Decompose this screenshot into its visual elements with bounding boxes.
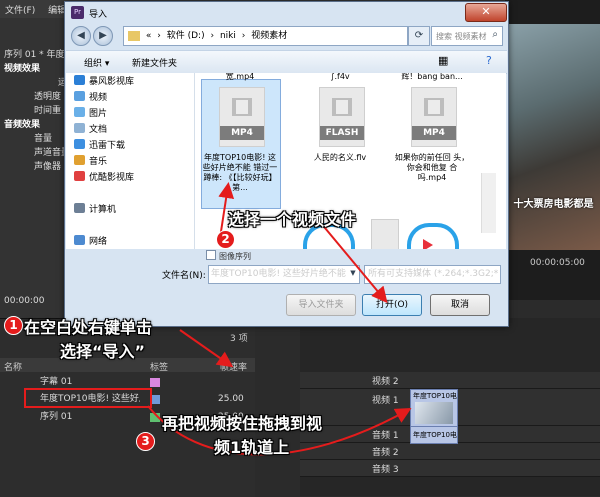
arrow-step2-to-open	[319, 221, 388, 304]
step-number-2: 2	[216, 230, 235, 249]
step1-text-line2: 选择“导入”	[60, 342, 146, 361]
highlight-box-project-item	[24, 388, 152, 408]
step-number-3: 3	[136, 432, 155, 451]
arrow-step1-to-panel	[179, 329, 234, 368]
step1-text-line1: 在空白处右键单击	[24, 318, 153, 337]
step-number-1: 1	[4, 316, 23, 335]
step3-text-line2: 频1轨道上	[214, 438, 290, 457]
step3-text-line1: 再把视频按住拖拽到视	[162, 414, 323, 433]
step2-text: 选择一个视频文件	[228, 210, 357, 229]
